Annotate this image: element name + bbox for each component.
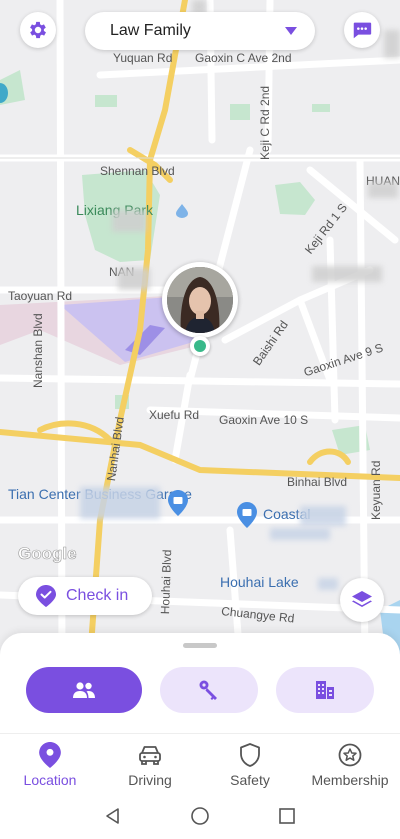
bottom-sheet[interactable] xyxy=(0,633,400,733)
redacted-area xyxy=(118,268,150,290)
car-icon xyxy=(139,746,161,765)
tab-label: Safety xyxy=(230,772,270,788)
settings-button[interactable] xyxy=(20,12,56,48)
location-pin-icon xyxy=(39,742,61,768)
chat-button[interactable] xyxy=(344,12,380,48)
gear-icon xyxy=(30,21,46,39)
map-label-keji-c: Keji C Rd 2nd xyxy=(258,85,272,160)
keys-icon xyxy=(199,680,217,700)
tab-driving[interactable]: Driving xyxy=(100,734,200,793)
family-selector[interactable]: Law Family xyxy=(85,12,315,50)
map-label-gaoxin-c: Gaoxin C Ave 2nd xyxy=(195,51,292,65)
map-label-gaoxin10s: Gaoxin Ave 10 S xyxy=(219,413,309,427)
chevron-down-icon xyxy=(285,27,297,35)
tab-location[interactable]: Location xyxy=(0,734,100,793)
building-icon xyxy=(316,681,334,699)
tab-label: Membership xyxy=(311,772,389,788)
map-label-taoyuan: Taoyuan Rd xyxy=(8,289,73,303)
checkin-pin-icon xyxy=(36,585,56,607)
avatar xyxy=(167,267,233,333)
chat-bubble-icon xyxy=(353,22,372,39)
map-label-keyuan: Keyuan Rd xyxy=(369,460,383,520)
redacted-area xyxy=(312,266,382,282)
redacted-area xyxy=(112,210,146,232)
redacted-area xyxy=(318,578,338,590)
layers-icon xyxy=(352,591,372,607)
people-icon xyxy=(73,682,95,698)
back-icon[interactable] xyxy=(104,807,122,825)
map-label-nanshan: Nanshan Blvd xyxy=(31,313,45,388)
map-label-shennan: Shennan Blvd xyxy=(100,164,175,178)
map-label-yuquan: Yuquan Rd xyxy=(113,51,173,65)
redacted-area xyxy=(300,506,346,526)
map-label-houhai-lake: Houhai Lake xyxy=(220,574,299,590)
star-badge-icon xyxy=(338,743,362,767)
check-in-button[interactable]: Check in xyxy=(18,577,152,615)
tab-label: Location xyxy=(23,772,77,788)
shopping-marker-icon[interactable] xyxy=(168,490,188,516)
mode-keys-button[interactable] xyxy=(160,667,258,713)
mode-places-button[interactable] xyxy=(276,667,374,713)
member-avatar-pin[interactable] xyxy=(162,262,238,338)
location-dot xyxy=(190,336,210,356)
system-navigation-bar xyxy=(0,793,400,839)
sheet-handle[interactable] xyxy=(183,643,217,648)
shopping-marker-icon[interactable] xyxy=(237,502,257,528)
tab-safety[interactable]: Safety xyxy=(200,734,300,793)
check-in-label: Check in xyxy=(66,587,129,604)
home-icon[interactable] xyxy=(190,806,210,826)
map-label-binhai: Binhai Blvd xyxy=(287,475,348,489)
redacted-area xyxy=(80,487,160,519)
map-view[interactable]: Yuquan Rd Gaoxin C Ave 2nd Keji C Rd 2nd… xyxy=(0,0,400,660)
water-drop-icon xyxy=(176,204,188,218)
map-label-xuefu: Xuefu Rd xyxy=(149,408,200,422)
edge-marker-icon xyxy=(0,83,8,103)
map-layers-button[interactable] xyxy=(340,578,384,622)
mode-people-button[interactable] xyxy=(26,667,142,713)
family-name: Law Family xyxy=(110,22,191,39)
map-label-houhai-blvd: Houhai Blvd xyxy=(158,549,175,615)
shield-icon xyxy=(240,743,260,767)
tab-membership[interactable]: Membership xyxy=(300,734,400,793)
recents-icon[interactable] xyxy=(278,807,296,825)
redacted-area xyxy=(368,182,398,198)
redacted-area xyxy=(384,30,400,58)
tab-label: Driving xyxy=(128,772,172,788)
bottom-tab-bar: Location Driving Safety Membership xyxy=(0,733,400,793)
google-logo: Google xyxy=(18,544,77,564)
redacted-area xyxy=(270,528,330,540)
